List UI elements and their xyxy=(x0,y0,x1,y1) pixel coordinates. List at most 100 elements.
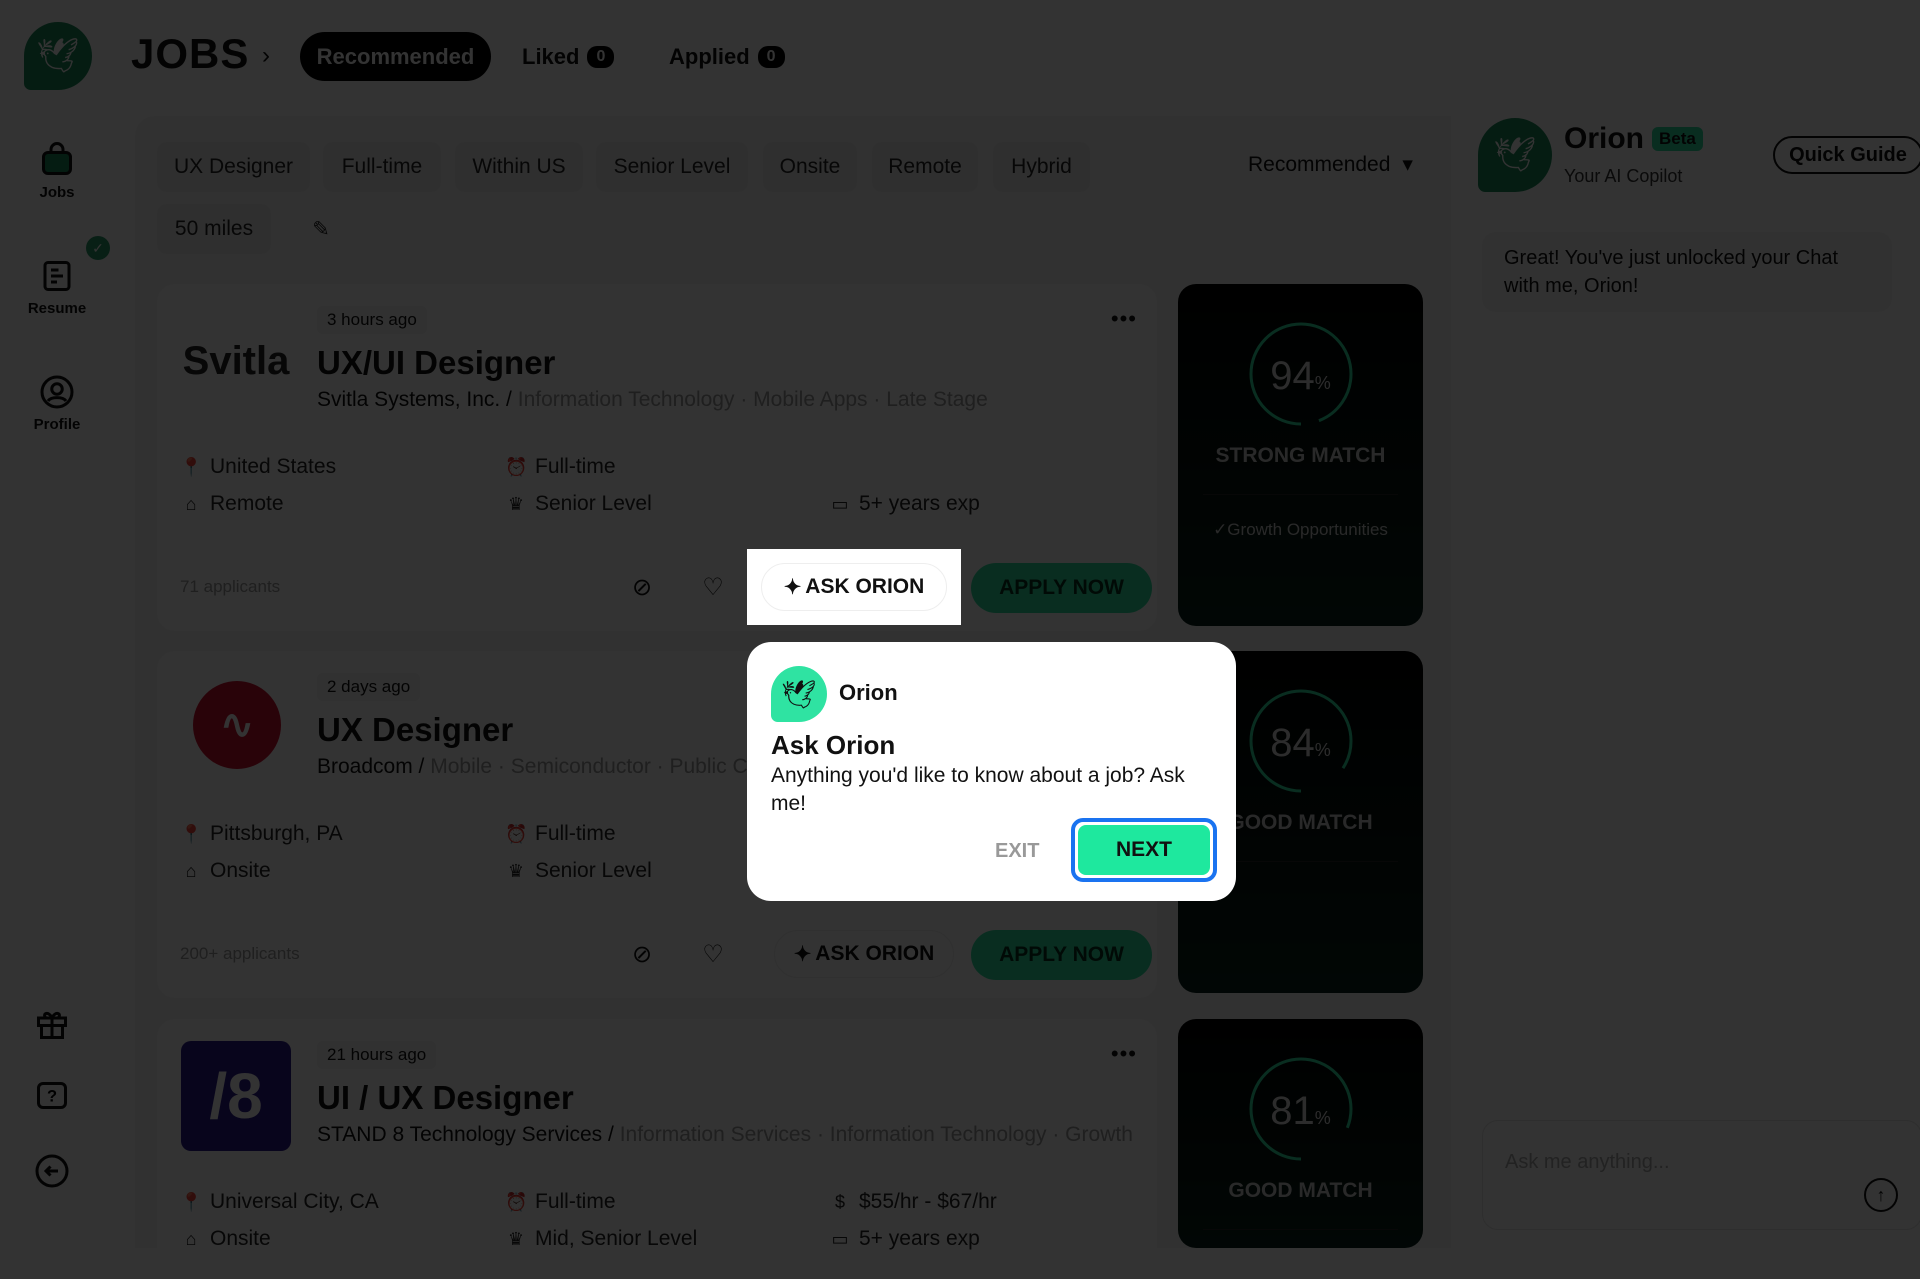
edit-filters-button[interactable]: ✎ xyxy=(288,204,354,254)
page-title: JOBS xyxy=(131,30,250,77)
filter-chip[interactable]: Within US xyxy=(455,142,583,192)
breadcrumb-chevron-icon: › xyxy=(262,42,270,69)
match-label: STRONG MATCH xyxy=(1215,444,1386,467)
match-percent-value: 81 xyxy=(1270,1089,1315,1133)
tab-label: Applied xyxy=(669,44,750,69)
tab-applied[interactable]: Applied 0 xyxy=(669,44,785,70)
job-title[interactable]: UX/UI Designer xyxy=(317,344,555,382)
briefcase-icon xyxy=(42,142,72,175)
percent-sign: % xyxy=(1314,740,1331,760)
count-badge: 0 xyxy=(587,46,615,68)
detail-text: 5+ years exp xyxy=(859,1227,980,1250)
sidebar-item-label: Profile xyxy=(33,416,81,433)
filter-chip-distance[interactable]: 50 miles xyxy=(157,204,271,254)
match-score-panel: 81% GOOD MATCH xyxy=(1178,1019,1423,1248)
hide-job-icon[interactable]: ⊘ xyxy=(627,572,657,602)
company-name[interactable]: Svitla Systems, Inc. xyxy=(317,388,500,411)
calendar-icon: ▭ xyxy=(831,1228,849,1249)
sidebar-item-jobs[interactable]: Jobs xyxy=(14,142,100,201)
filter-chip[interactable]: Hybrid xyxy=(993,142,1090,192)
detail-text: Remote xyxy=(210,492,284,515)
company-logo: Svitla xyxy=(181,306,291,416)
filter-chip[interactable]: Onsite xyxy=(763,142,857,192)
job-detail: 📍 Pittsburgh, PA xyxy=(180,822,343,846)
detail-text: Full-time xyxy=(535,455,616,478)
orion-avatar: 🕊 xyxy=(1478,118,1552,192)
filter-chip[interactable]: UX Designer xyxy=(157,142,310,192)
home-icon: ⌂ xyxy=(185,1228,197,1249)
pulse-logo-icon: ∿ xyxy=(220,703,254,747)
match-percent: 94% xyxy=(1178,354,1423,399)
pencil-icon: ✎ xyxy=(312,217,330,241)
detail-text: Universal City, CA xyxy=(210,1190,379,1213)
alarm-clock-icon: ⏰ xyxy=(505,823,528,844)
detail-text: Full-time xyxy=(535,1190,616,1213)
ask-orion-button[interactable]: ✦ASK ORION xyxy=(761,563,947,611)
match-percent-value: 84 xyxy=(1270,721,1315,765)
chat-message: Great! You've just unlocked your Chat wi… xyxy=(1482,232,1892,312)
sidebar-item-resume[interactable]: Resume xyxy=(14,258,100,317)
sidebar-item-profile[interactable]: Profile xyxy=(14,374,100,433)
send-icon[interactable]: ↑ xyxy=(1864,1178,1898,1212)
apply-now-button[interactable]: APPLY NOW xyxy=(971,930,1152,980)
next-label: NEXT xyxy=(1078,825,1210,875)
app-logo[interactable]: 🕊 xyxy=(24,22,92,90)
dollar-icon: $ xyxy=(834,1191,845,1212)
home-icon: ⌂ xyxy=(185,860,197,881)
job-card[interactable]: Svitla 3 hours ago UX/UI Designer Svitla Sy… xyxy=(157,284,1157,631)
tab-liked[interactable]: Liked 0 xyxy=(522,44,615,70)
location-pin-icon: 📍 xyxy=(180,456,203,477)
company-name[interactable]: STAND 8 Technology Services xyxy=(317,1123,602,1146)
copilot-name: Orion Beta xyxy=(1564,122,1703,156)
detail-text: 5+ years exp xyxy=(859,492,980,515)
apply-now-button[interactable]: APPLY NOW xyxy=(971,563,1152,613)
more-options-icon[interactable]: ••• xyxy=(1111,1041,1137,1067)
job-detail: 📍 United States xyxy=(180,455,336,479)
job-detail: ♛ Senior Level xyxy=(505,859,652,883)
filter-chip[interactable]: Full-time xyxy=(323,142,441,192)
chat-input[interactable]: Ask me anything... xyxy=(1482,1120,1920,1230)
detail-text: $55/hr - $67/hr xyxy=(859,1190,997,1213)
like-heart-icon[interactable]: ♡ xyxy=(698,939,728,969)
exit-button[interactable]: EXIT xyxy=(995,840,1039,863)
divider xyxy=(1203,494,1398,495)
alarm-clock-icon: ⏰ xyxy=(505,1191,528,1212)
filter-chip[interactable]: Remote xyxy=(872,142,978,192)
percent-sign: % xyxy=(1314,1108,1331,1128)
popover-title: Ask Orion xyxy=(771,730,896,760)
copilot-title: Orion xyxy=(1564,122,1644,155)
quick-guide-button[interactable]: Quick Guide xyxy=(1773,136,1920,174)
orion-avatar: 🕊 xyxy=(771,666,827,722)
home-icon: ⌂ xyxy=(185,493,197,514)
like-heart-icon[interactable]: ♡ xyxy=(698,572,728,602)
separator: / xyxy=(412,755,431,778)
crown-icon: ♛ xyxy=(507,860,525,881)
sort-value: Recommended xyxy=(1248,152,1391,176)
tab-recommended[interactable]: Recommended xyxy=(300,32,491,81)
caret-down-icon: ▾ xyxy=(1402,153,1413,176)
job-title[interactable]: UX Designer xyxy=(317,711,513,749)
logout-icon[interactable] xyxy=(34,1153,70,1189)
job-detail: ⏰ Full-time xyxy=(505,455,616,479)
job-card[interactable]: /8 21 hours ago UI / UX Designer STAND 8 Te… xyxy=(157,1019,1157,1279)
complete-check-icon: ✓ xyxy=(86,236,110,260)
beta-badge: Beta xyxy=(1652,127,1703,151)
sort-dropdown[interactable]: Recommended ▾ xyxy=(1248,152,1413,177)
more-options-icon[interactable]: ••• xyxy=(1111,306,1137,332)
next-button[interactable]: NEXT xyxy=(1071,818,1217,882)
match-score-panel: 94% STRONG MATCH ✓Growth Opportunities xyxy=(1178,284,1423,626)
gift-icon[interactable] xyxy=(34,1006,70,1042)
posted-time: 2 days ago xyxy=(317,673,421,701)
job-title[interactable]: UI / UX Designer xyxy=(317,1079,574,1117)
job-detail: ▭ 5+ years exp xyxy=(829,492,980,516)
job-detail: ⏰ Full-time xyxy=(505,822,616,846)
detail-text: Onsite xyxy=(210,859,271,882)
help-icon[interactable]: ? xyxy=(34,1079,70,1115)
hide-job-icon[interactable]: ⊘ xyxy=(627,939,657,969)
ask-orion-button[interactable]: ✦ASK ORION xyxy=(774,930,954,978)
company-tags: Information Technology · Mobile Apps · L… xyxy=(517,388,988,411)
filter-chip[interactable]: Senior Level xyxy=(596,142,748,192)
sidebar-item-label: Jobs xyxy=(39,184,75,201)
count-badge: 0 xyxy=(757,46,785,68)
company-name[interactable]: Broadcom xyxy=(317,755,413,778)
